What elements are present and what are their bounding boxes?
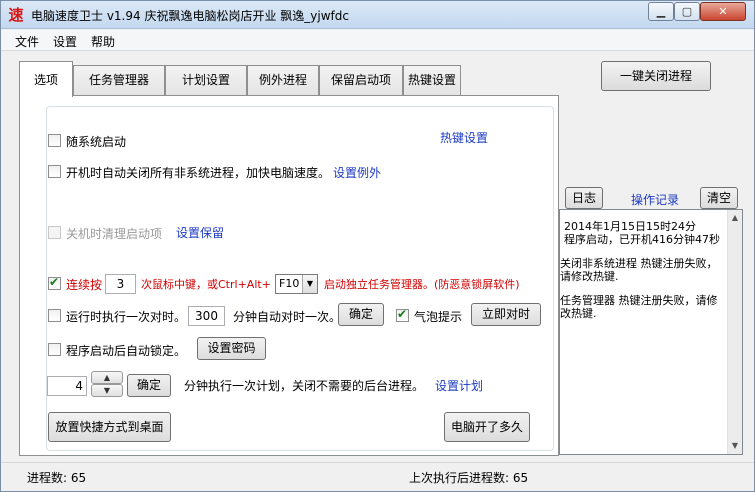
close-all-processes-button[interactable]: 一键关闭进程 bbox=[601, 61, 711, 91]
set-plan-link[interactable]: 设置计划 bbox=[435, 377, 483, 394]
menu-settings[interactable]: 设置 bbox=[53, 33, 77, 50]
scroll-down-icon[interactable]: ▼ bbox=[728, 438, 742, 454]
autostart-checkbox[interactable] bbox=[48, 134, 61, 147]
log-textarea[interactable]: 2014年1月15日15时24分 程序启动，已开机416分钟47秒 关闭非系统进… bbox=[559, 209, 743, 455]
tab-task-manager[interactable]: 任务管理器 bbox=[73, 65, 165, 95]
timesync-checkbox[interactable] bbox=[48, 309, 61, 322]
autoclose-label: 开机时自动关闭所有非系统进程，加快电脑速度。 bbox=[66, 166, 331, 180]
clean-startup-checkbox[interactable] bbox=[48, 226, 61, 239]
plan-confirm-button[interactable]: 确定 bbox=[127, 374, 171, 397]
chevron-down-icon: ▼ bbox=[302, 275, 317, 293]
sync-now-button[interactable]: 立即对时 bbox=[471, 303, 541, 326]
tab-exceptions[interactable]: 例外进程 bbox=[247, 65, 319, 95]
log-content: 2014年1月15日15时24分 程序启动，已开机416分钟47秒 关闭非系统进… bbox=[560, 220, 728, 331]
log-entry: 任务管理器 热键注册失败，请修改热键. bbox=[560, 294, 718, 320]
uptime-button[interactable]: 电脑开了多久 bbox=[444, 412, 530, 442]
log-entry: 关闭非系统进程 热键注册失败，请修改热键. bbox=[560, 257, 718, 283]
window-title: 电脑速度卫士 v1.94 庆祝飘逸电脑松岗店开业 飘逸_yjwfdc bbox=[31, 9, 349, 23]
tab-schedule[interactable]: 计划设置 bbox=[165, 65, 247, 95]
tab-keep-startup[interactable]: 保留启动项 bbox=[319, 65, 403, 95]
menu-bar: 文件 设置 帮助 bbox=[1, 30, 754, 51]
menu-file[interactable]: 文件 bbox=[15, 33, 39, 50]
app-speed-icon: 速 bbox=[8, 6, 24, 24]
tab-hotkeys[interactable]: 热键设置 bbox=[403, 65, 461, 95]
menu-help[interactable]: 帮助 bbox=[91, 33, 115, 50]
minimize-button[interactable]: ▁ bbox=[648, 2, 674, 21]
timesync-minutes-input[interactable]: 300 bbox=[188, 306, 225, 326]
main-window: 速 电脑速度卫士 v1.94 庆祝飘逸电脑松岗店开业 飘逸_yjwfdc ▁ ▢… bbox=[0, 0, 755, 492]
bubble-tip-checkbox[interactable] bbox=[396, 307, 409, 322]
last-run-count-status: 上次执行后进程数: 65 bbox=[409, 471, 529, 485]
hotkey-settings-link[interactable]: 热键设置 bbox=[440, 129, 488, 146]
autostart-label: 随系统启动 bbox=[66, 135, 127, 149]
timesync-suffix-label: 分钟自动对时一次。 bbox=[233, 310, 342, 324]
desktop-shortcut-button[interactable]: 放置快捷方式到桌面 bbox=[48, 412, 171, 442]
clean-startup-label: 关机时清理启动项 bbox=[66, 227, 163, 241]
set-keep-link[interactable]: 设置保留 bbox=[176, 224, 224, 241]
spin-up-icon[interactable]: ▲ bbox=[91, 371, 123, 384]
timesync-label: 运行时执行一次对时。 bbox=[66, 310, 187, 324]
hotkey-key-value: F10 bbox=[279, 277, 300, 290]
title-bar[interactable]: 速 电脑速度卫士 v1.94 庆祝飘逸电脑松岗店开业 飘逸_yjwfdc ▁ ▢… bbox=[1, 1, 754, 29]
log-button[interactable]: 日志 bbox=[565, 187, 603, 209]
middle-click-count-input[interactable]: 3 bbox=[105, 274, 136, 294]
process-count-status: 进程数: 65 bbox=[27, 471, 87, 485]
autolock-label: 程序启动后自动锁定。 bbox=[66, 344, 187, 358]
scroll-up-icon[interactable]: ▲ bbox=[728, 210, 742, 226]
set-password-button[interactable]: 设置密码 bbox=[197, 337, 266, 360]
hotkey-prefix-label: 连续按 bbox=[66, 278, 103, 292]
autoclose-checkbox[interactable] bbox=[48, 165, 61, 178]
hotkey-suffix-label: 启动独立任务管理器。(防恶意锁屏软件) bbox=[324, 278, 520, 291]
set-exceptions-link[interactable]: 设置例外 bbox=[333, 164, 381, 181]
options-panel: 随系统启动 热键设置 开机时自动关闭所有非系统进程，加快电脑速度。 设置例外 关… bbox=[19, 95, 559, 456]
autolock-checkbox[interactable] bbox=[48, 343, 61, 356]
operation-records-link[interactable]: 操作记录 bbox=[631, 191, 679, 208]
plan-text-label: 分钟执行一次计划，关闭不需要的后台进程。 bbox=[184, 379, 425, 393]
timesync-confirm-button[interactable]: 确定 bbox=[338, 303, 384, 326]
bubble-tip-label: 气泡提示 bbox=[414, 310, 463, 324]
spin-down-icon[interactable]: ▼ bbox=[91, 384, 123, 397]
clear-log-button[interactable]: 清空 bbox=[700, 187, 738, 209]
tab-options[interactable]: 选项 bbox=[19, 61, 73, 97]
hotkey-middle-label: 次鼠标中键，或Ctrl+Alt+ bbox=[141, 278, 271, 291]
log-entry: 2014年1月15日15时24分 程序启动，已开机416分钟47秒 bbox=[564, 220, 720, 246]
hotkey-key-select[interactable]: F10 ▼ bbox=[275, 274, 318, 294]
plan-minutes-input[interactable]: 4 bbox=[47, 376, 87, 396]
plan-minutes-spinner[interactable]: ▲ ▼ bbox=[91, 371, 123, 397]
options-group: 随系统启动 热键设置 开机时自动关闭所有非系统进程，加快电脑速度。 设置例外 关… bbox=[46, 106, 554, 451]
status-bar: 进程数: 65 上次执行后进程数: 65 bbox=[1, 462, 754, 491]
hotkey-launch-checkbox[interactable] bbox=[48, 275, 61, 290]
log-scrollbar[interactable]: ▲ ▼ bbox=[727, 210, 742, 454]
maximize-button[interactable]: ▢ bbox=[674, 2, 700, 21]
close-button[interactable]: ✕ bbox=[700, 2, 746, 21]
